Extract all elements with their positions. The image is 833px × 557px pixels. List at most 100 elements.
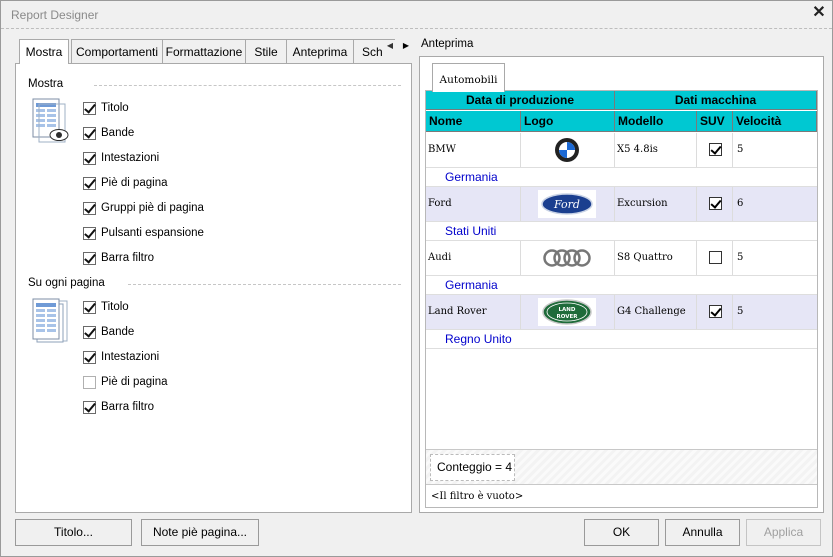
tab-comportamenti[interactable]: Comportamenti	[71, 39, 163, 64]
tab-automobili[interactable]: Automobili	[432, 63, 505, 92]
option-label: Bande	[101, 127, 135, 139]
group-footer: Stati Uniti	[426, 222, 817, 241]
option-gruppi-pie-di-pagina[interactable]: Gruppi piè di pagina	[83, 200, 204, 216]
footer-notes-button[interactable]: Note piè pagina...	[141, 519, 259, 546]
table-row[interactable]: Ford Ford Excursion 6	[426, 187, 817, 222]
tab-stile[interactable]: Stile	[245, 39, 287, 64]
left-tab-strip: Mostra Comportamenti Formattazione Stile…	[19, 39, 395, 64]
tab-formattazione[interactable]: Formattazione	[162, 39, 246, 64]
cell-suv	[697, 133, 733, 167]
option-label: Barra filtro	[101, 401, 155, 413]
tab-anteprima[interactable]: Anteprima	[286, 39, 354, 64]
cell-velocita: 5	[737, 144, 744, 155]
checkbox[interactable]	[83, 325, 96, 339]
section-label-su-ogni-pagina: Su ogni pagina	[28, 277, 105, 289]
checkbox[interactable]	[83, 375, 96, 389]
option-bande[interactable]: Bande	[83, 125, 134, 141]
option-page-barra-filtro[interactable]: Barra filtro	[83, 399, 154, 415]
column-header-velocita[interactable]: Velocità	[733, 111, 817, 132]
report-designer-window: Report Designer ✕ Mostra Comportamenti F…	[0, 0, 833, 557]
title-bar: Report Designer ✕	[1, 1, 832, 29]
table-row[interactable]: BMW X5 4.8is 5	[426, 133, 817, 168]
ford-logo-icon: Ford	[538, 190, 596, 218]
svg-text:ROVER: ROVER	[556, 314, 578, 320]
cell-velocita: 5	[737, 252, 744, 263]
checkbox[interactable]	[83, 226, 96, 240]
summary-count: Conteggio = 4	[430, 454, 515, 481]
cell-logo: Ford	[521, 187, 615, 221]
preview-panel: Automobili Data di produzione Dati macch…	[419, 56, 824, 513]
cell-suv	[697, 241, 733, 275]
option-page-titolo[interactable]: Titolo	[83, 299, 129, 315]
cell-nome: Ford	[426, 187, 521, 221]
option-pie-di-pagina[interactable]: Piè di pagina	[83, 175, 168, 191]
checkbox[interactable]	[83, 151, 96, 165]
group-footer: Germania	[426, 168, 817, 187]
checkbox[interactable]	[83, 126, 96, 140]
group-footer: Regno Unito	[426, 330, 817, 349]
apply-button[interactable]: Applica	[746, 519, 821, 546]
option-barra-filtro[interactable]: Barra filtro	[83, 250, 154, 266]
bmw-logo-icon	[538, 136, 596, 164]
option-label: Piè di pagina	[101, 376, 168, 388]
grid-summary-footer: Conteggio = 4	[426, 449, 817, 485]
filter-status: <Il filtro è vuoto>	[431, 491, 524, 502]
option-label: Pulsanti espansione	[101, 227, 204, 239]
cell-modello: Excursion	[615, 187, 697, 221]
ok-button[interactable]: OK	[584, 519, 659, 546]
option-page-bande[interactable]: Bande	[83, 324, 134, 340]
option-page-intestazioni[interactable]: Intestazioni	[83, 349, 159, 365]
band-data-di-produzione: Data di produzione	[426, 91, 615, 110]
report-pages-icon	[32, 298, 68, 343]
option-label: Intestazioni	[101, 152, 160, 164]
cell-nome: BMW	[426, 133, 521, 167]
table-row[interactable]: Land Rover LAND ROVER G4 Challenge 5	[426, 295, 817, 330]
option-page-pie-di-pagina[interactable]: Piè di pagina	[83, 374, 168, 390]
suv-checkbox[interactable]	[709, 143, 722, 156]
option-intestazioni[interactable]: Intestazioni	[83, 150, 159, 166]
checkbox[interactable]	[83, 400, 96, 414]
window-title: Report Designer	[11, 8, 99, 22]
cell-logo	[521, 133, 615, 167]
cell-velocita: 5	[737, 306, 744, 317]
section-divider	[128, 284, 401, 285]
suv-checkbox[interactable]	[709, 305, 722, 318]
checkbox[interactable]	[83, 101, 96, 115]
tab-mostra[interactable]: Mostra	[19, 39, 69, 64]
column-header-nome[interactable]: Nome	[426, 111, 521, 132]
tab-scroll-left-icon[interactable]: ◀	[384, 39, 396, 53]
title-button[interactable]: Titolo...	[15, 519, 132, 546]
option-titolo[interactable]: Titolo	[83, 100, 129, 116]
checkbox[interactable]	[83, 201, 96, 215]
section-label-mostra: Mostra	[28, 78, 64, 90]
cell-modello: G4 Challenge	[615, 295, 697, 329]
cancel-button[interactable]: Annulla	[665, 519, 740, 546]
option-pulsanti-espansione[interactable]: Pulsanti espansione	[83, 225, 204, 241]
cell-modello: X5 4.8is	[615, 133, 697, 167]
cell-velocita: 6	[737, 198, 744, 209]
section-divider	[94, 85, 401, 86]
cell-suv	[697, 187, 733, 221]
column-header-logo[interactable]: Logo	[521, 111, 615, 132]
suv-checkbox[interactable]	[709, 197, 722, 210]
land-rover-logo-icon: LAND ROVER	[538, 298, 596, 326]
option-label: Titolo	[101, 102, 129, 114]
preview-grid: Data di produzione Dati macchina Nome Lo…	[425, 90, 818, 508]
option-label: Intestazioni	[101, 351, 160, 363]
checkbox[interactable]	[83, 176, 96, 190]
cell-suv	[697, 295, 733, 329]
close-icon[interactable]: ✕	[811, 5, 827, 21]
column-header-suv[interactable]: SUV	[697, 111, 733, 132]
table-row[interactable]: Audi S8 Quattro 5	[426, 241, 817, 276]
column-header-modello[interactable]: Modello	[615, 111, 697, 132]
preview-title: Anteprima	[421, 38, 474, 50]
option-label: Gruppi piè di pagina	[101, 202, 204, 214]
option-label: Barra filtro	[101, 252, 155, 264]
checkbox[interactable]	[83, 350, 96, 364]
option-label: Bande	[101, 326, 135, 338]
checkbox[interactable]	[83, 300, 96, 314]
cell-modello: S8 Quattro	[615, 241, 697, 275]
tab-scroll-right-icon[interactable]: ▶	[400, 39, 412, 53]
checkbox[interactable]	[83, 251, 96, 265]
suv-checkbox[interactable]	[709, 251, 722, 264]
